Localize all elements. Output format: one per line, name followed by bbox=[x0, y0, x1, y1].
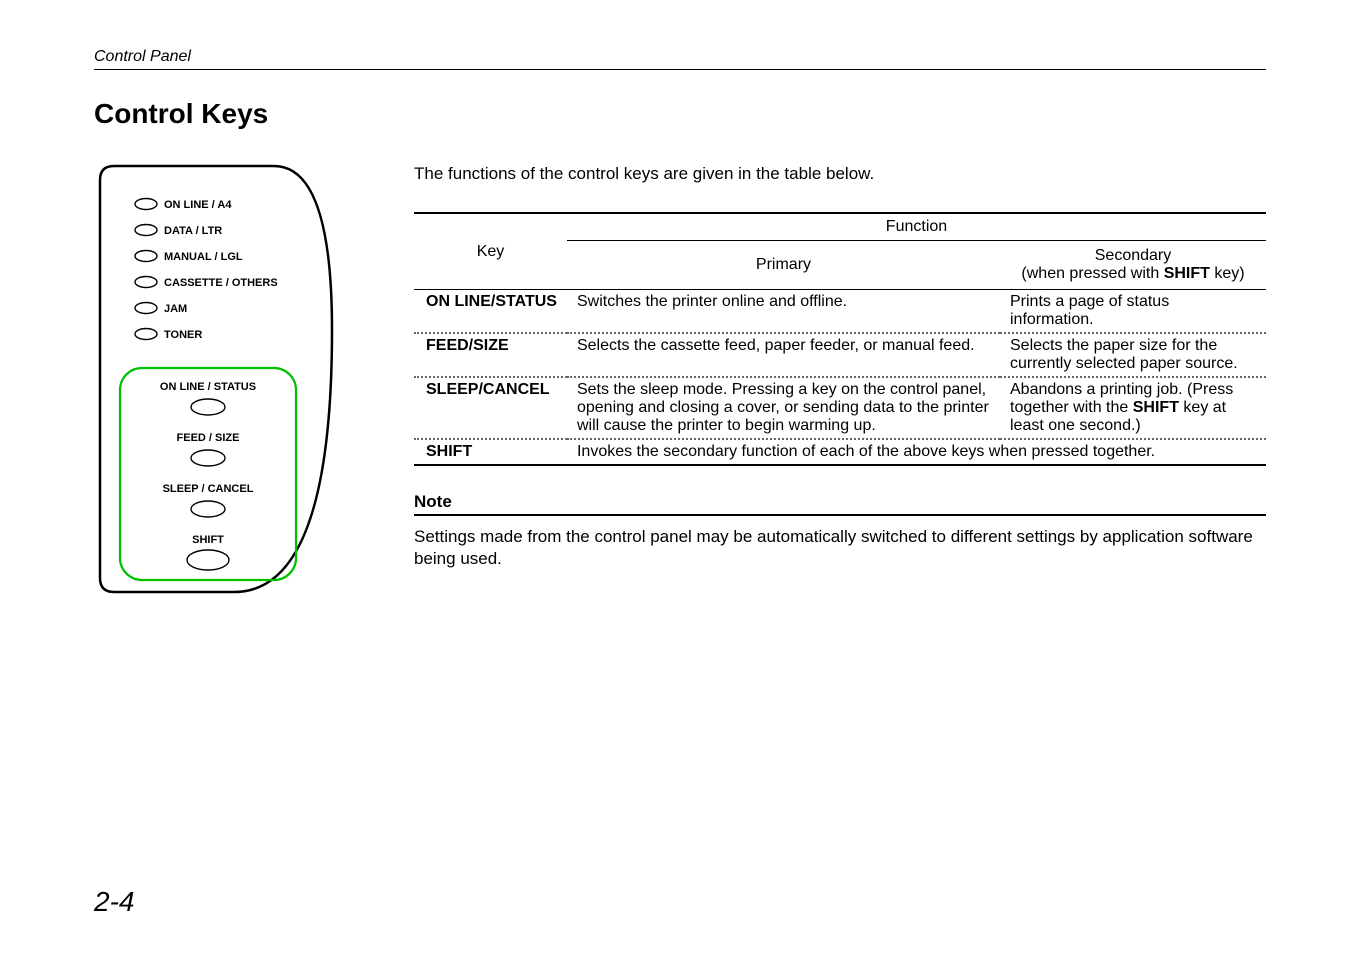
page-number: 2-4 bbox=[94, 886, 134, 918]
svg-text:SLEEP / CANCEL: SLEEP / CANCEL bbox=[163, 483, 254, 495]
table-row: ON LINE/STATUS Switches the printer onli… bbox=[414, 290, 1266, 334]
led-online-a4: ON LINE / A4 bbox=[135, 199, 232, 212]
led-data-ltr: DATA / LTR bbox=[135, 225, 222, 238]
svg-text:ON LINE / STATUS: ON LINE / STATUS bbox=[160, 381, 256, 393]
table-row: SLEEP/CANCEL Sets the sleep mode. Pressi… bbox=[414, 377, 1266, 439]
svg-text:MANUAL / LGL: MANUAL / LGL bbox=[164, 251, 243, 263]
intro-text: The functions of the control keys are gi… bbox=[414, 164, 1266, 184]
svg-text:CASSETTE / OTHERS: CASSETTE / OTHERS bbox=[164, 277, 278, 289]
table-row: FEED/SIZE Selects the cassette feed, pap… bbox=[414, 333, 1266, 377]
svg-text:FEED / SIZE: FEED / SIZE bbox=[177, 432, 240, 444]
section-header: Control Panel bbox=[94, 48, 1266, 70]
page-title: Control Keys bbox=[94, 98, 1266, 130]
th-key: Key bbox=[414, 214, 567, 290]
th-secondary: Secondary (when pressed with SHIFT key) bbox=[1000, 241, 1266, 290]
th-primary: Primary bbox=[567, 241, 1000, 290]
svg-text:DATA / LTR: DATA / LTR bbox=[164, 225, 222, 237]
svg-text:ON LINE / A4: ON LINE / A4 bbox=[164, 199, 232, 211]
control-panel-svg: ON LINE / A4 DATA / LTR MANUAL / LGL CAS… bbox=[94, 160, 354, 598]
th-function: Function bbox=[567, 214, 1266, 241]
led-manual-lgl: MANUAL / LGL bbox=[135, 251, 243, 264]
note-heading: Note bbox=[414, 492, 1266, 512]
table-row: SHIFT Invokes the secondary function of … bbox=[414, 439, 1266, 465]
led-toner: TONER bbox=[135, 329, 202, 342]
note-rule bbox=[414, 514, 1266, 516]
svg-text:JAM: JAM bbox=[164, 303, 187, 315]
svg-text:TONER: TONER bbox=[164, 329, 202, 341]
note-body: Settings made from the control panel may… bbox=[414, 526, 1266, 572]
svg-text:SHIFT: SHIFT bbox=[192, 534, 224, 546]
control-panel-figure: ON LINE / A4 DATA / LTR MANUAL / LGL CAS… bbox=[94, 160, 354, 603]
control-keys-table: Key Function Primary Secondary (when pre… bbox=[414, 212, 1266, 466]
